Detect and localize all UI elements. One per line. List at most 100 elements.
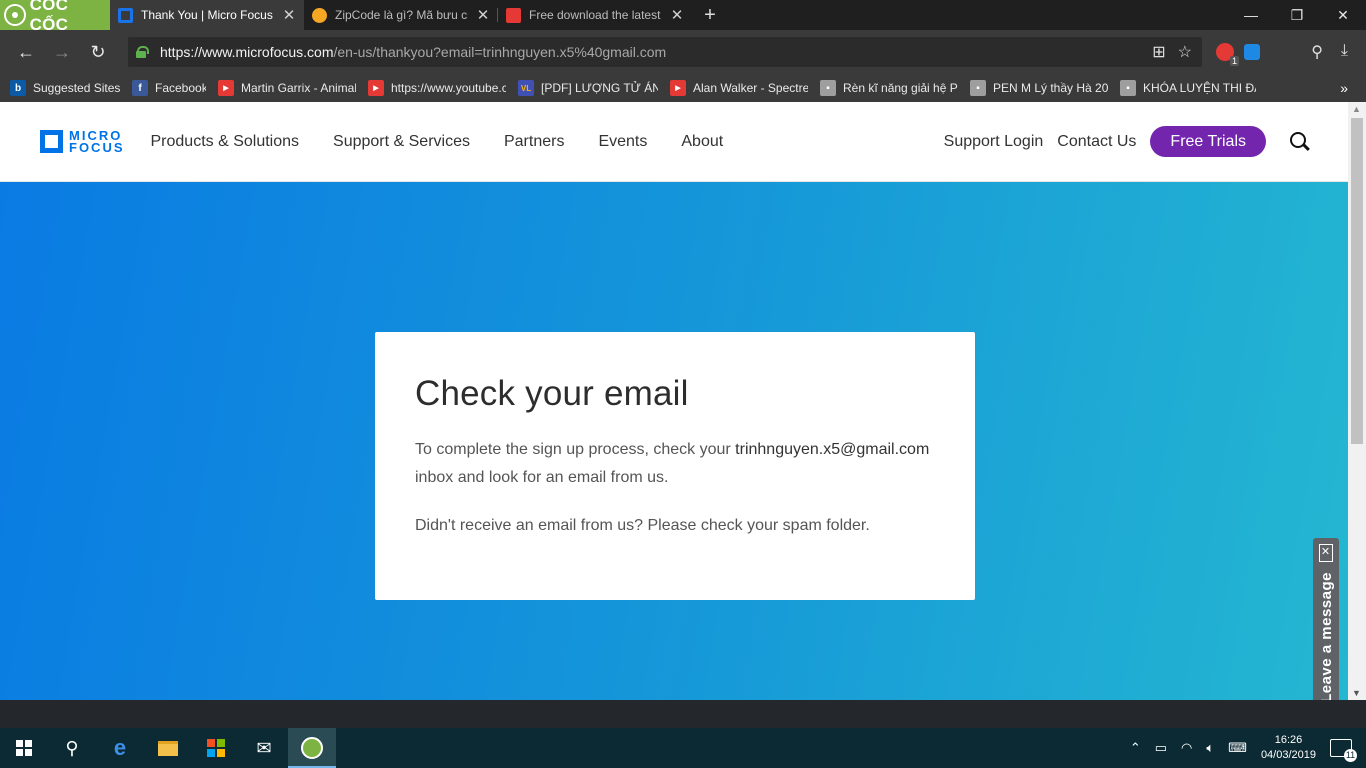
browser-brand[interactable]: CỐC CỐC <box>0 0 110 34</box>
bookmark-martin-garrix[interactable]: ▶ Martin Garrix - Animal <box>218 80 356 96</box>
tab-free-download[interactable]: Free download the latest v ✕ <box>498 0 692 30</box>
support-login-link[interactable]: Support Login <box>944 133 1044 151</box>
bookmark-pdf-luong-tu[interactable]: VL [PDF] LƯỢNG TỬ ÁNH <box>518 80 658 96</box>
tab-zipcode[interactable]: ZipCode là gì? Mã bưu chính ✕ <box>304 0 498 30</box>
windows-taskbar: ⚲ e ✉ ⌃ ▭ ◠ 🔈︎ ⌨ 16:26 04/03/2019 11 <box>0 728 1366 768</box>
bookmark-ren-ki-nang[interactable]: ▪ Rèn kĩ năng giải hệ PT <box>820 80 958 96</box>
youtube-icon: ▶ <box>670 80 686 96</box>
bookmark-khoa-luyen-thi[interactable]: ▪ KHÓA LUYỆN THI ĐẠI <box>1120 80 1256 96</box>
scroll-up-icon[interactable]: ▲ <box>1352 104 1361 114</box>
bookmark-label: [PDF] LƯỢNG TỬ ÁNH <box>541 81 658 95</box>
clock-time: 16:26 <box>1274 734 1303 746</box>
coccoc-menu-icon[interactable]: ⚲ <box>1311 42 1323 62</box>
extensions: 1 <box>1216 43 1260 66</box>
droplet-extension-icon[interactable] <box>1244 44 1260 60</box>
minimize-icon[interactable]: — <box>1228 0 1274 30</box>
coccoc-taskbar-icon[interactable] <box>288 728 336 768</box>
micro-focus-logo[interactable]: MICRO FOCUS <box>40 129 125 154</box>
close-tab-icon[interactable]: ✕ <box>476 6 490 24</box>
tab-title: Thank You | Micro Focus <box>141 8 273 22</box>
zipcode-favicon-icon <box>312 7 327 23</box>
instructions-prefix: To complete the sign up process, check y… <box>415 441 731 458</box>
bookmark-label: Alan Walker - Spectre <box>693 81 808 95</box>
user-email: trinhnguyen.x5@gmail.com <box>735 441 930 458</box>
nav-support-services[interactable]: Support & Services <box>333 133 470 151</box>
nav-partners[interactable]: Partners <box>504 133 564 151</box>
translate-icon[interactable]: ⊞ <box>1152 42 1165 62</box>
system-tray: ⌃ ▭ ◠ 🔈︎ ⌨ 16:26 04/03/2019 11 <box>1130 733 1366 763</box>
file-explorer-icon[interactable] <box>144 728 192 768</box>
keyboard-icon[interactable]: ⌨ <box>1228 740 1247 756</box>
new-tab-button[interactable]: + <box>692 0 728 30</box>
adblock-extension-icon[interactable]: 1 <box>1216 43 1239 66</box>
nav-events[interactable]: Events <box>598 133 647 151</box>
pdf-icon: VL <box>518 80 534 96</box>
address-bar[interactable]: https://www.microfocus.com/en-us/thankyo… <box>128 37 1202 67</box>
bookmarks-bar: b Suggested Sites f Facebook ▶ Martin Ga… <box>0 74 1366 102</box>
bookmark-label: Martin Garrix - Animal <box>241 81 356 95</box>
nav-about[interactable]: About <box>681 133 723 151</box>
leave-message-widget[interactable]: Leave a message <box>1313 538 1339 700</box>
search-taskbar-icon[interactable]: ⚲ <box>48 728 96 768</box>
youtube-icon: ▶ <box>368 80 384 96</box>
volume-icon[interactable]: 🔈︎ <box>1206 740 1214 756</box>
url-path: /en-us/thankyou?email=trinhnguyen.x5%40g… <box>333 44 667 60</box>
tab-title: Free download the latest v <box>529 8 662 22</box>
nav-products-solutions[interactable]: Products & Solutions <box>151 133 300 151</box>
back-icon[interactable]: ← <box>8 34 44 70</box>
close-window-icon[interactable]: ✕ <box>1320 0 1366 30</box>
battery-icon[interactable]: ▭ <box>1155 740 1167 756</box>
search-icon[interactable] <box>1290 131 1310 152</box>
tab-thank-you[interactable]: Thank You | Micro Focus ✕ <box>110 0 304 30</box>
bookmark-facebook[interactable]: f Facebook <box>132 80 206 96</box>
header-actions: Support Login Contact Us Free Trials <box>944 126 1310 157</box>
micro-focus-logo-icon <box>40 130 63 153</box>
toolbar-right: ⚲ ⤓ <box>1311 42 1366 62</box>
store-icon[interactable] <box>192 728 240 768</box>
tab-title: ZipCode là gì? Mã bưu chính <box>335 8 468 22</box>
show-hidden-icons-icon[interactable]: ⌃ <box>1130 740 1141 756</box>
start-button[interactable] <box>0 728 48 768</box>
notification-count: 11 <box>1344 749 1357 762</box>
bookmark-label: KHÓA LUYỆN THI ĐẠI <box>1143 81 1256 95</box>
close-tab-icon[interactable]: ✕ <box>670 6 684 24</box>
wifi-icon[interactable]: ◠ <box>1181 740 1192 756</box>
download-icon[interactable]: ⤓ <box>1341 42 1348 62</box>
contact-us-link[interactable]: Contact Us <box>1057 133 1136 151</box>
spam-folder-hint: Didn't receive an email from us? Please … <box>415 517 870 534</box>
bookmark-label: Rèn kĩ năng giải hệ PT <box>843 81 958 95</box>
browser-tab-strip: CỐC CỐC Thank You | Micro Focus ✕ ZipCod… <box>0 0 1366 34</box>
edge-icon[interactable]: e <box>96 728 144 768</box>
mail-icon[interactable]: ✉ <box>240 728 288 768</box>
page-footer-strip <box>0 700 1366 728</box>
close-tab-icon[interactable]: ✕ <box>282 6 296 24</box>
bookmark-alan-walker[interactable]: ▶ Alan Walker - Spectre <box>670 80 808 96</box>
extension-badge: 1 <box>1229 56 1239 66</box>
bookmark-pen-m[interactable]: ▪ PEN M Lý thầy Hà 201 <box>970 80 1108 96</box>
bookmark-suggested-sites[interactable]: b Suggested Sites <box>10 80 120 96</box>
bookmark-label: PEN M Lý thầy Hà 201 <box>993 81 1108 95</box>
clock-date: 04/03/2019 <box>1260 749 1316 761</box>
bookmark-star-icon[interactable]: ☆ <box>1178 42 1192 62</box>
bookmark-youtube[interactable]: ▶ https://www.youtube.c <box>368 80 506 96</box>
bookmarks-overflow-icon[interactable]: » <box>1340 80 1366 96</box>
scroll-down-icon[interactable]: ▼ <box>1352 688 1361 698</box>
windows-logo-icon <box>16 740 32 756</box>
scrollbar-thumb[interactable] <box>1351 118 1363 444</box>
free-trials-button[interactable]: Free Trials <box>1150 126 1266 157</box>
microfocus-favicon-icon <box>118 7 133 23</box>
secure-lock-icon <box>136 46 149 58</box>
reload-icon[interactable]: ↻ <box>80 34 116 70</box>
forward-icon[interactable]: → <box>44 34 80 70</box>
envelope-icon <box>1319 544 1333 562</box>
bookmark-label: Suggested Sites <box>33 81 120 95</box>
site-header: MICRO FOCUS Products & Solutions Support… <box>0 102 1348 182</box>
bookmark-label: https://www.youtube.c <box>391 81 506 95</box>
page-icon: ▪ <box>820 80 836 96</box>
youtube-icon: ▶ <box>218 80 234 96</box>
page-scrollbar[interactable]: ▲ ▼ <box>1348 102 1366 700</box>
action-center-icon[interactable]: 11 <box>1330 739 1357 762</box>
maximize-icon[interactable]: ❐ <box>1274 0 1320 30</box>
url-host: https://www.microfocus.com <box>160 44 334 60</box>
clock[interactable]: 16:26 04/03/2019 <box>1261 733 1316 763</box>
